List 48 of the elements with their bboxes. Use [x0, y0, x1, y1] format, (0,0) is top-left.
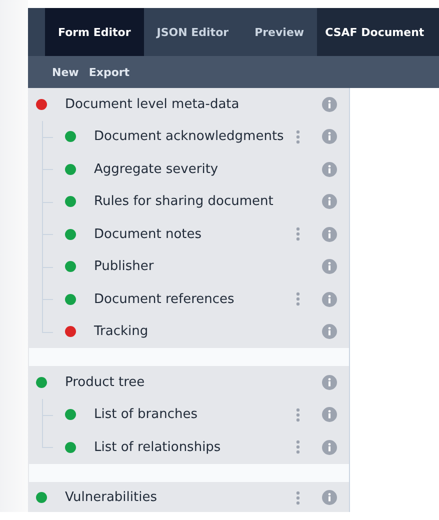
tree-item[interactable]: Document level meta-data: [29, 88, 349, 120]
toolbar-button[interactable]: New: [52, 66, 79, 78]
more-icon[interactable]: [296, 292, 300, 306]
info-icon[interactable]: [322, 194, 337, 210]
tree-item[interactable]: Aggregate severity: [42, 153, 349, 186]
item-label: List of relationships: [94, 440, 222, 455]
info-icon[interactable]: [322, 374, 337, 390]
info-icon[interactable]: [322, 162, 337, 177]
tree-item[interactable]: Product tree: [29, 366, 349, 398]
more-icon[interactable]: [296, 440, 300, 454]
tree-item[interactable]: Document notes: [42, 218, 349, 250]
tab[interactable]: CSAF Document: [317, 8, 439, 56]
info-icon[interactable]: [322, 226, 337, 242]
info-icon[interactable]: [322, 324, 337, 340]
info-icon[interactable]: [322, 490, 337, 506]
tab[interactable]: Form Editor: [45, 8, 144, 56]
tab[interactable]: Preview: [242, 8, 318, 56]
info-icon[interactable]: [322, 292, 337, 307]
item-label: Tracking: [94, 324, 150, 340]
item-label: Aggregate severity: [94, 162, 220, 177]
toolbar-button[interactable]: Export: [88, 66, 130, 78]
more-icon[interactable]: [296, 490, 300, 505]
tree-item[interactable]: Tracking: [42, 316, 349, 348]
tab[interactable]: JSON Editor: [144, 8, 242, 56]
more-icon[interactable]: [296, 130, 300, 144]
item-label: Publisher: [94, 259, 155, 274]
info-icon[interactable]: [322, 96, 337, 112]
info-icon[interactable]: [322, 407, 337, 422]
info-icon[interactable]: [322, 440, 337, 455]
item-label: Document references: [94, 292, 236, 307]
more-icon[interactable]: [296, 227, 300, 242]
item-label: Document notes: [94, 226, 203, 242]
item-label: Document acknowledgments: [94, 129, 285, 144]
tree-item[interactable]: Publisher: [42, 250, 349, 283]
item-label: Product tree: [65, 374, 146, 390]
tree-item[interactable]: Vulnerabilities: [29, 482, 349, 512]
tree-item[interactable]: Rules for sharing document: [42, 186, 349, 218]
item-label: Vulnerabilities: [65, 490, 158, 506]
info-icon[interactable]: [322, 129, 337, 144]
item-label: List of branches: [94, 407, 198, 422]
item-label: Document level meta-data: [65, 96, 240, 112]
tree-item[interactable]: Document acknowledgments: [42, 120, 349, 153]
tree-item[interactable]: List of branches: [42, 398, 349, 431]
info-icon[interactable]: [322, 259, 337, 274]
tree-item[interactable]: List of relationships: [42, 431, 349, 464]
more-icon[interactable]: [296, 408, 300, 422]
tree-item[interactable]: Document references: [42, 283, 349, 316]
item-label: Rules for sharing document: [94, 194, 274, 210]
